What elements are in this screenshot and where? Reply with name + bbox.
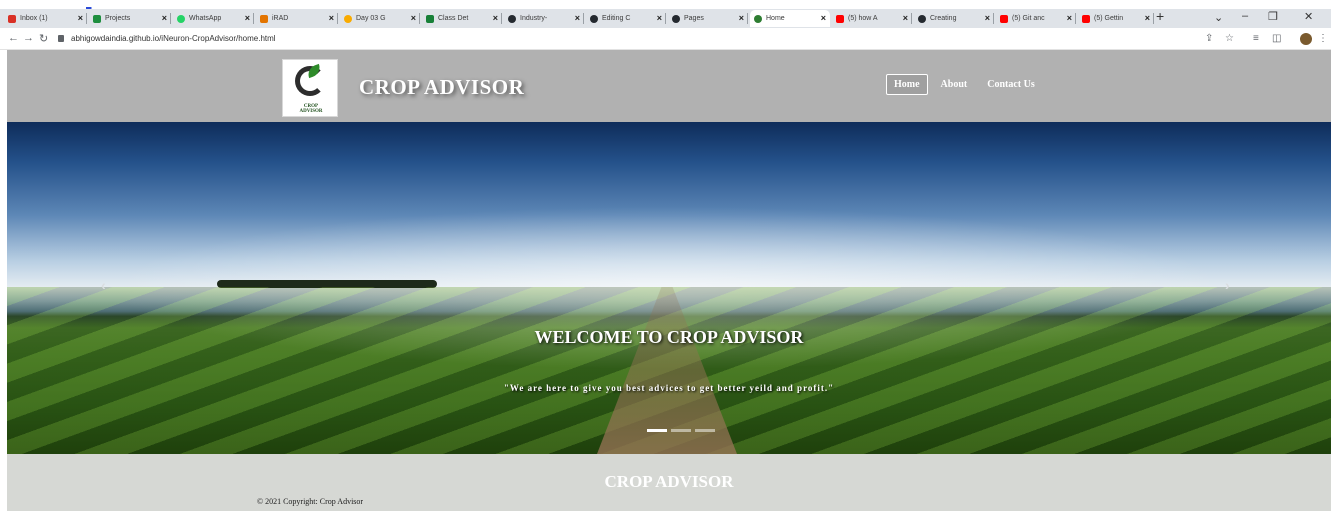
carousel-indicator[interactable] — [695, 429, 715, 432]
youtube-icon — [1000, 14, 1008, 23]
close-icon[interactable]: × — [739, 13, 744, 23]
close-icon[interactable]: × — [78, 13, 83, 23]
close-icon[interactable]: × — [245, 13, 250, 23]
close-icon[interactable]: × — [657, 13, 662, 23]
kebab-menu-icon[interactable]: ⋮ — [1318, 33, 1328, 44]
github-icon — [508, 14, 516, 23]
tab-pages[interactable]: Pages × — [668, 10, 748, 27]
tab-label: Day 03 G — [356, 15, 386, 22]
cropped-link-strip — [0, 0, 1331, 9]
crop-advisor-logo[interactable]: CROP ADVISOR — [282, 59, 338, 117]
tab-label: Home — [766, 15, 785, 22]
close-icon[interactable]: × — [1067, 13, 1072, 23]
drive-icon — [93, 14, 101, 23]
tab-label: Inbox (1) — [20, 15, 48, 22]
restore-icon[interactable]: ❐ — [1268, 10, 1278, 23]
nav-contact-us[interactable]: Contact Us — [980, 75, 1042, 94]
tab-git-and[interactable]: (5) Git anc × — [996, 10, 1076, 27]
tab-label: Class Det — [438, 15, 469, 22]
side-panel-icon[interactable]: ◫ — [1272, 33, 1281, 44]
hero-carousel: ‹ › WELCOME TO CROP ADVISOR "We are here… — [7, 122, 1331, 454]
tab-label: (5) Gettin — [1094, 15, 1124, 22]
cropped-link[interactable] — [86, 0, 92, 9]
tab-projects[interactable]: Projects × — [89, 10, 171, 27]
whatsapp-icon — [177, 14, 185, 23]
tab-label: Editing C — [602, 15, 631, 22]
lock-icon[interactable] — [58, 35, 64, 42]
site-header: CROP ADVISOR CROP ADVISOR Home About Cont… — [7, 50, 1331, 122]
youtube-icon — [1082, 14, 1090, 23]
youtube-icon — [836, 14, 844, 23]
github-icon — [918, 14, 926, 23]
minimize-icon[interactable]: – — [1242, 10, 1248, 22]
tab-industry[interactable]: Industry- × — [504, 10, 584, 27]
back-icon[interactable]: ← — [8, 32, 19, 44]
main-nav: Home About Contact Us — [886, 74, 1048, 95]
carousel-next-icon[interactable]: › — [1225, 277, 1230, 293]
github-icon — [590, 14, 598, 23]
tab-label: Creating — [930, 15, 957, 22]
footer-brand: CROP ADVISOR — [604, 472, 734, 491]
address-bar: ← → ↻ abhigowdaindia.github.io/iNeuron-C… — [0, 28, 1331, 50]
forward-icon[interactable]: → — [23, 32, 34, 44]
bookmark-star-icon[interactable]: ☆ — [1225, 33, 1234, 44]
sheets-icon — [426, 14, 434, 23]
logo-text: CROP ADVISOR — [299, 104, 323, 114]
tab-irad[interactable]: iRAD × — [256, 10, 338, 27]
tab-how-a[interactable]: (5) how A × — [832, 10, 912, 27]
copyright-text: © 2021 Copyright: Crop Advisor — [257, 497, 364, 506]
carousel-prev-icon[interactable]: ‹ — [101, 277, 106, 293]
profile-avatar[interactable] — [1300, 33, 1312, 45]
browser-tab-bar: Inbox (1) × Projects × WhatsApp × iRAD ×… — [0, 8, 1331, 28]
crop-advisor-icon — [754, 14, 762, 23]
tab-editing[interactable]: Editing C × — [586, 10, 666, 27]
carousel-indicators — [647, 429, 719, 432]
reading-list-icon[interactable]: ≡ — [1253, 33, 1259, 44]
nav-home[interactable]: Home — [886, 74, 928, 95]
tab-label: Industry- — [520, 15, 548, 22]
tab-label: Pages — [684, 15, 704, 22]
close-icon[interactable]: × — [985, 13, 990, 23]
close-icon[interactable]: × — [1145, 13, 1150, 23]
reload-icon[interactable]: ↻ — [39, 32, 48, 45]
close-icon[interactable]: × — [411, 13, 416, 23]
close-icon[interactable]: × — [329, 13, 334, 23]
tab-inbox[interactable]: Inbox (1) × — [4, 10, 87, 27]
sun-icon — [344, 14, 352, 23]
new-tab-button[interactable]: + — [1156, 8, 1164, 24]
tab-label: iRAD — [272, 15, 289, 22]
github-icon — [672, 14, 680, 23]
irad-icon — [260, 14, 268, 23]
tab-creating[interactable]: Creating × — [914, 10, 994, 27]
carousel-indicator[interactable] — [671, 429, 691, 432]
hero-heading: WELCOME TO CROP ADVISOR — [534, 327, 804, 347]
tab-class-details[interactable]: Class Det × — [422, 10, 502, 27]
close-icon[interactable]: × — [162, 13, 167, 23]
close-icon[interactable]: × — [821, 13, 826, 23]
close-icon[interactable]: × — [493, 13, 498, 23]
tab-whatsapp[interactable]: WhatsApp × — [173, 10, 254, 27]
hero-tagline: "We are here to give you best advices to… — [503, 383, 835, 393]
url-text[interactable]: abhigowdaindia.github.io/iNeuron-CropAdv… — [71, 34, 276, 43]
tab-label: WhatsApp — [189, 15, 222, 22]
tab-getting[interactable]: (5) Gettin × — [1078, 10, 1154, 27]
carousel-indicator[interactable] — [647, 429, 667, 432]
tab-search-chevron-icon[interactable]: ⌄ — [1214, 11, 1223, 24]
window-close-icon[interactable]: ✕ — [1304, 10, 1313, 23]
tab-label: (5) how A — [848, 15, 878, 22]
tab-label: Projects — [105, 15, 131, 22]
tab-label: (5) Git anc — [1012, 15, 1045, 22]
tab-home[interactable]: Home × — [750, 10, 830, 27]
site-footer: CROP ADVISOR © 2021 Copyright: Crop Advi… — [7, 454, 1331, 511]
brand-title: CROP ADVISOR — [359, 75, 525, 99]
gmail-icon — [8, 14, 16, 23]
tab-day03[interactable]: Day 03 G × — [340, 10, 420, 27]
close-icon[interactable]: × — [575, 13, 580, 23]
nav-about[interactable]: About — [934, 75, 975, 94]
close-icon[interactable]: × — [903, 13, 908, 23]
share-icon[interactable]: ⇪ — [1205, 33, 1213, 44]
